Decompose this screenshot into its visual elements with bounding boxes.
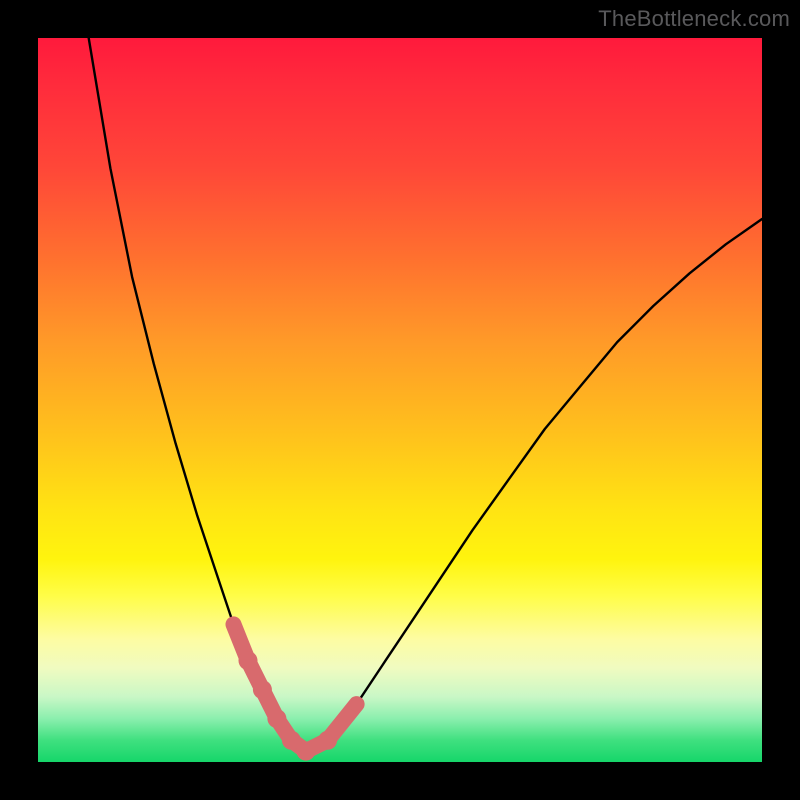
chart-svg xyxy=(38,38,762,762)
marker-dot xyxy=(239,651,258,670)
marker-dot xyxy=(296,742,315,761)
curve-layer xyxy=(89,38,762,751)
marker-dot xyxy=(226,617,241,632)
chart-frame: TheBottleneck.com xyxy=(0,0,800,800)
marker-dot xyxy=(318,731,337,750)
bottleneck-curve-path xyxy=(89,38,762,751)
marker-dot xyxy=(349,697,364,712)
marker-dot xyxy=(267,709,286,728)
watermark-text: TheBottleneck.com xyxy=(598,6,790,32)
marker-dot xyxy=(253,680,272,699)
